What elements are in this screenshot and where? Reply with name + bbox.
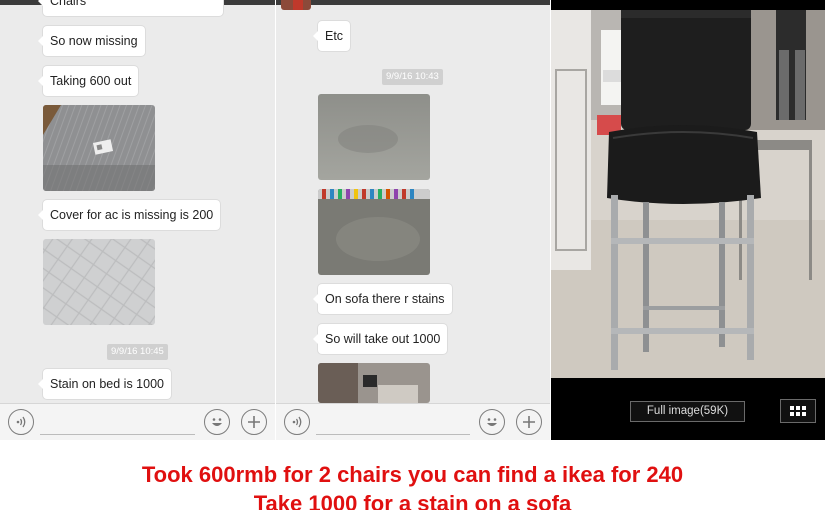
message-text: So now missing [50,34,138,48]
message-text: On sofa there r stains [325,292,445,306]
status-bar [276,0,550,5]
grid-icon-glyph [790,406,806,416]
message-text: Etc [325,29,344,43]
photo-image [318,94,430,180]
timestamp: 9/9/16 10:45 [107,344,168,360]
photo-image: IKEA [551,10,825,378]
emoji-icon-glyph [487,418,497,426]
voice-icon-glyph [16,416,26,428]
plus-icon[interactable] [241,409,267,435]
emoji-icon-glyph [212,418,222,426]
message-text: Taking 600 out [50,74,132,88]
photo-message-carpet[interactable] [318,94,430,180]
message-bubble[interactable]: So will take out 1000 [312,324,448,354]
message-bubble[interactable]: Cover for ac is missing is 200 [37,200,221,230]
message-bubble[interactable]: Stain on bed is 1000 [38,369,171,399]
photo-image [43,105,155,191]
photo-image [318,189,430,275]
plus-icon-glyph [248,416,260,428]
message-text: Stain on bed is 1000 [50,377,164,391]
photo-image [43,239,155,325]
message-text: So will take out 1000 [325,332,441,346]
photo-image [318,363,430,403]
chat-input-bar [0,403,275,440]
voice-icon[interactable] [8,409,34,435]
message-bubble[interactable]: Etc [312,21,351,51]
message-bubble[interactable]: Taking 600 out [37,66,139,96]
chat-panel-left: Chairs So now missing Taking 600 out Cov… [0,0,275,440]
timestamp-text: 9/9/16 10:43 [386,71,439,82]
message-bubble-partial[interactable]: Chairs [38,0,223,16]
photo-message-partial[interactable] [281,0,311,10]
message-text: Cover for ac is missing is 200 [50,208,214,222]
full-image-label: Full image(59K) [646,405,729,417]
photo-message-room[interactable] [318,363,430,403]
emoji-icon[interactable] [204,409,230,435]
message-input[interactable] [40,434,195,435]
chat-input-bar [276,403,550,440]
message-text: Chairs [50,0,87,8]
message-bubble[interactable]: On sofa there r stains [313,284,452,314]
photo-message-sofa[interactable] [318,189,430,275]
image-viewer: IKEA Full image(59K) [551,0,825,440]
grid-icon[interactable] [780,399,816,423]
timestamp: 9/9/16 10:43 [382,69,443,85]
voice-icon-glyph [292,416,302,428]
full-image-button[interactable]: Full image(59K) [630,401,745,422]
timestamp-text: 9/9/16 10:45 [111,346,164,357]
plus-icon-glyph [523,416,535,428]
plus-icon[interactable] [516,409,542,435]
voice-icon[interactable] [284,409,310,435]
viewer-photo-ikea-stool[interactable]: IKEA [551,10,825,378]
photo-image [281,0,311,10]
message-bubble[interactable]: So now missing [38,26,145,56]
emoji-icon[interactable] [479,409,505,435]
caption-line-2: Take 1000 for a stain on a sofa [253,491,572,510]
photo-message-mattress[interactable] [43,239,155,325]
chat-panel-middle: Etc 9/9/16 10:43 On sofa there r stains … [276,0,550,440]
message-input[interactable] [316,434,470,435]
caption-line-1: Took 600rmb for 2 chairs you can find a … [141,462,684,487]
photo-message-ac[interactable] [43,105,155,191]
